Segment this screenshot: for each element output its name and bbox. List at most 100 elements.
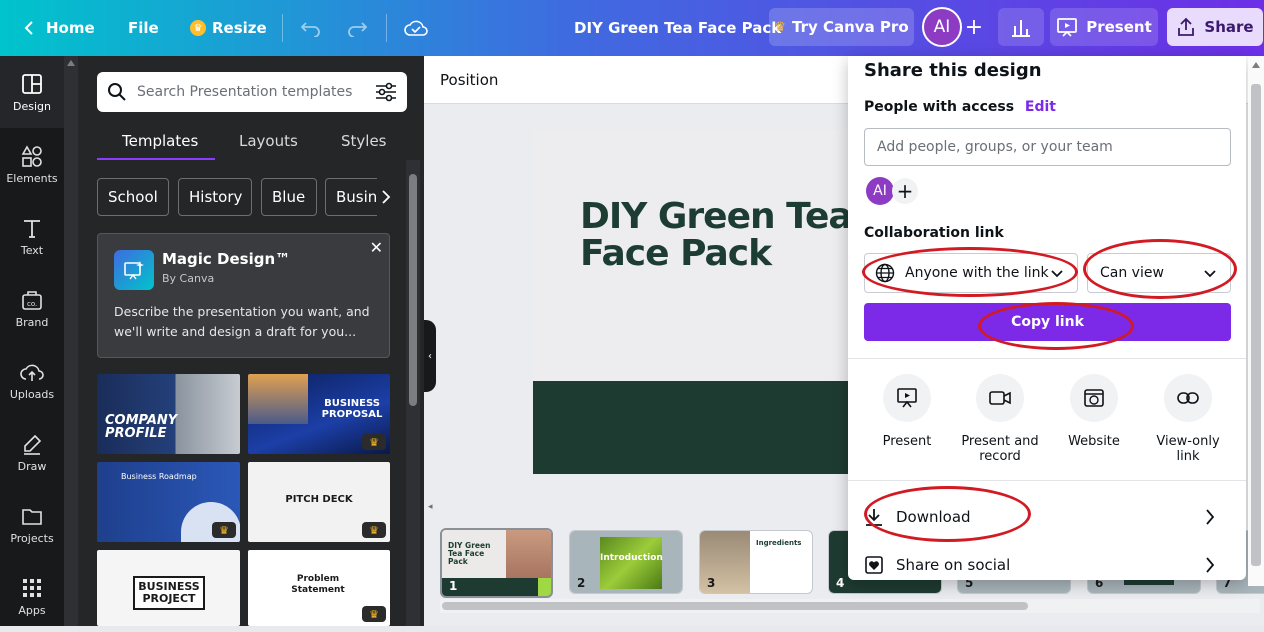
filter-chip-history[interactable]: History (178, 178, 252, 216)
template-thumbnail[interactable]: COMPANY PROFILE (97, 374, 240, 454)
present-screen-icon (1057, 18, 1078, 37)
chevron-down-icon (1204, 270, 1216, 278)
globe-icon (875, 263, 895, 283)
template-thumbnail[interactable]: Problem Statement ♛ (248, 550, 390, 626)
add-collaborator-button[interactable]: + (960, 13, 988, 41)
svg-text:co.: co. (27, 300, 37, 308)
share-title: Share this design (864, 60, 1042, 81)
rail-item-draw[interactable]: Draw (0, 416, 64, 488)
cloud-save-button[interactable] (404, 0, 428, 56)
pro-crown-icon: ♛ (212, 522, 236, 538)
file-menu[interactable]: File (128, 0, 159, 56)
filter-chip-blue[interactable]: Blue (261, 178, 317, 216)
page-thumbnail-3[interactable]: Ingredients 3 (699, 530, 813, 594)
share-on-social-option[interactable]: Share on social (864, 548, 1231, 580)
scroll-thumb[interactable] (409, 174, 417, 406)
home-button[interactable]: Home (22, 0, 95, 56)
magic-design-card[interactable]: Magic Design™ By Canva Describe the pres… (97, 233, 390, 358)
page-scrollbar[interactable] (1248, 56, 1264, 586)
template-thumbnail[interactable]: BUSINESS PROJECT (97, 550, 240, 626)
tab-templates[interactable]: Templates (122, 122, 198, 160)
collapse-panel-button[interactable]: ‹ (424, 320, 436, 392)
rail-item-projects[interactable]: Projects (0, 488, 64, 560)
redo-icon (348, 22, 368, 37)
city-photo (248, 374, 308, 424)
scroll-up-arrow-icon[interactable] (1252, 62, 1260, 68)
panel-scrollbar[interactable] (406, 160, 420, 626)
copy-link-button[interactable]: Copy link (864, 303, 1231, 341)
tab-styles[interactable]: Styles (341, 122, 387, 160)
rail-label: Text (20, 243, 44, 257)
template-thumbnail[interactable]: PITCH DECK ♛ (248, 462, 390, 542)
template-thumbnail[interactable]: Business Roadmap ♛ (97, 462, 240, 542)
tab-layouts[interactable]: Layouts (239, 122, 298, 160)
website-icon (1070, 374, 1118, 422)
search-input[interactable]: Search Presentation templates (137, 84, 375, 100)
tea-leaves-photo (600, 537, 662, 589)
link-access-value: Anyone with the link (905, 265, 1049, 281)
document-title[interactable]: DIY Green Tea Face Pack (574, 0, 781, 56)
share-button[interactable]: Share (1167, 8, 1263, 46)
share-action-website[interactable]: Website (1049, 374, 1139, 449)
link-icon (1164, 374, 1212, 422)
present-button[interactable]: Present (1050, 8, 1158, 46)
template-title: PITCH DECK (285, 494, 353, 505)
template-search[interactable]: Search Presentation templates (97, 72, 407, 112)
collaborator-avatar[interactable]: AI (866, 177, 894, 205)
filter-sliders-icon[interactable] (375, 82, 397, 102)
try-canva-pro-button[interactable]: ♛ Try Canva Pro (769, 8, 914, 46)
plus-icon: + (896, 179, 914, 203)
rail-item-elements[interactable]: Elements (0, 128, 64, 200)
redo-button[interactable] (346, 0, 368, 56)
pro-crown-icon: ♛ (362, 606, 386, 622)
template-title: BUSINESS PROPOSAL (321, 398, 383, 420)
resize-button[interactable]: ♛ Resize (190, 0, 267, 56)
page-number: 4 (836, 576, 845, 590)
scroll-thumb[interactable] (1251, 84, 1261, 566)
add-person-button[interactable]: + (892, 178, 918, 204)
page-caption: Introduction (600, 553, 663, 563)
download-option[interactable]: Download (864, 500, 1231, 534)
insights-button[interactable] (998, 8, 1044, 46)
template-title: COMPANY PROFILE (105, 413, 178, 441)
uploads-icon (20, 360, 44, 384)
scroll-up-arrow-icon[interactable] (67, 60, 75, 66)
horizontal-scrollbar[interactable] (440, 599, 1260, 613)
position-button[interactable]: Position (440, 71, 498, 89)
text-icon (21, 216, 43, 240)
avatar[interactable]: AI (922, 7, 962, 47)
undo-button[interactable] (300, 0, 322, 56)
template-thumbnail[interactable]: BUSINESS PROPOSAL ♛ (248, 374, 390, 454)
share-action-present-and-record[interactable]: Present and record (955, 374, 1045, 464)
filter-chip-school[interactable]: School (97, 178, 169, 216)
page-number: 2 (577, 576, 586, 590)
link-access-select[interactable]: Anyone with the link (864, 253, 1078, 293)
share-on-social-label: Share on social (896, 556, 1011, 574)
share-dialog: Share this design People with access Edi… (848, 56, 1246, 580)
present-screen-icon (883, 374, 931, 422)
page-thumbnail-1[interactable]: DIY Green Tea Face Pack 1 (440, 528, 553, 598)
rail-item-brand[interactable]: co. Brand (0, 272, 64, 344)
page-thumbnail-2[interactable]: Introduction 2 (569, 530, 683, 594)
share-action-present[interactable]: Present (862, 374, 952, 449)
rail-item-uploads[interactable]: Uploads (0, 344, 64, 416)
active-tab-indicator (97, 158, 215, 160)
rail-item-apps[interactable]: Apps (0, 560, 64, 632)
side-rail: Design Elements Text co. Brand Uploads D… (0, 56, 64, 626)
projects-icon (21, 504, 43, 528)
chips-next-button[interactable] (377, 178, 395, 216)
add-people-input[interactable]: Add people, groups, or your team (864, 128, 1231, 166)
panel-left-scrollbar[interactable] (64, 56, 78, 626)
collaboration-link-label: Collaboration link (864, 225, 1004, 241)
magic-design-description: Describe the presentation you want, and … (114, 304, 370, 339)
rail-item-design[interactable]: Design (0, 56, 64, 128)
page-number: 3 (707, 576, 716, 590)
rail-item-text[interactable]: Text (0, 200, 64, 272)
scroll-thumb[interactable] (442, 602, 1028, 610)
rail-label: Elements (6, 171, 58, 185)
permission-select[interactable]: Can view (1087, 253, 1231, 293)
share-action-view-only-link[interactable]: View-only link (1143, 374, 1233, 464)
filmstrip-left-arrow-icon[interactable]: ◂ (428, 502, 433, 512)
close-icon[interactable]: ✕ (370, 238, 383, 257)
edit-access-link[interactable]: Edit (1025, 99, 1056, 115)
